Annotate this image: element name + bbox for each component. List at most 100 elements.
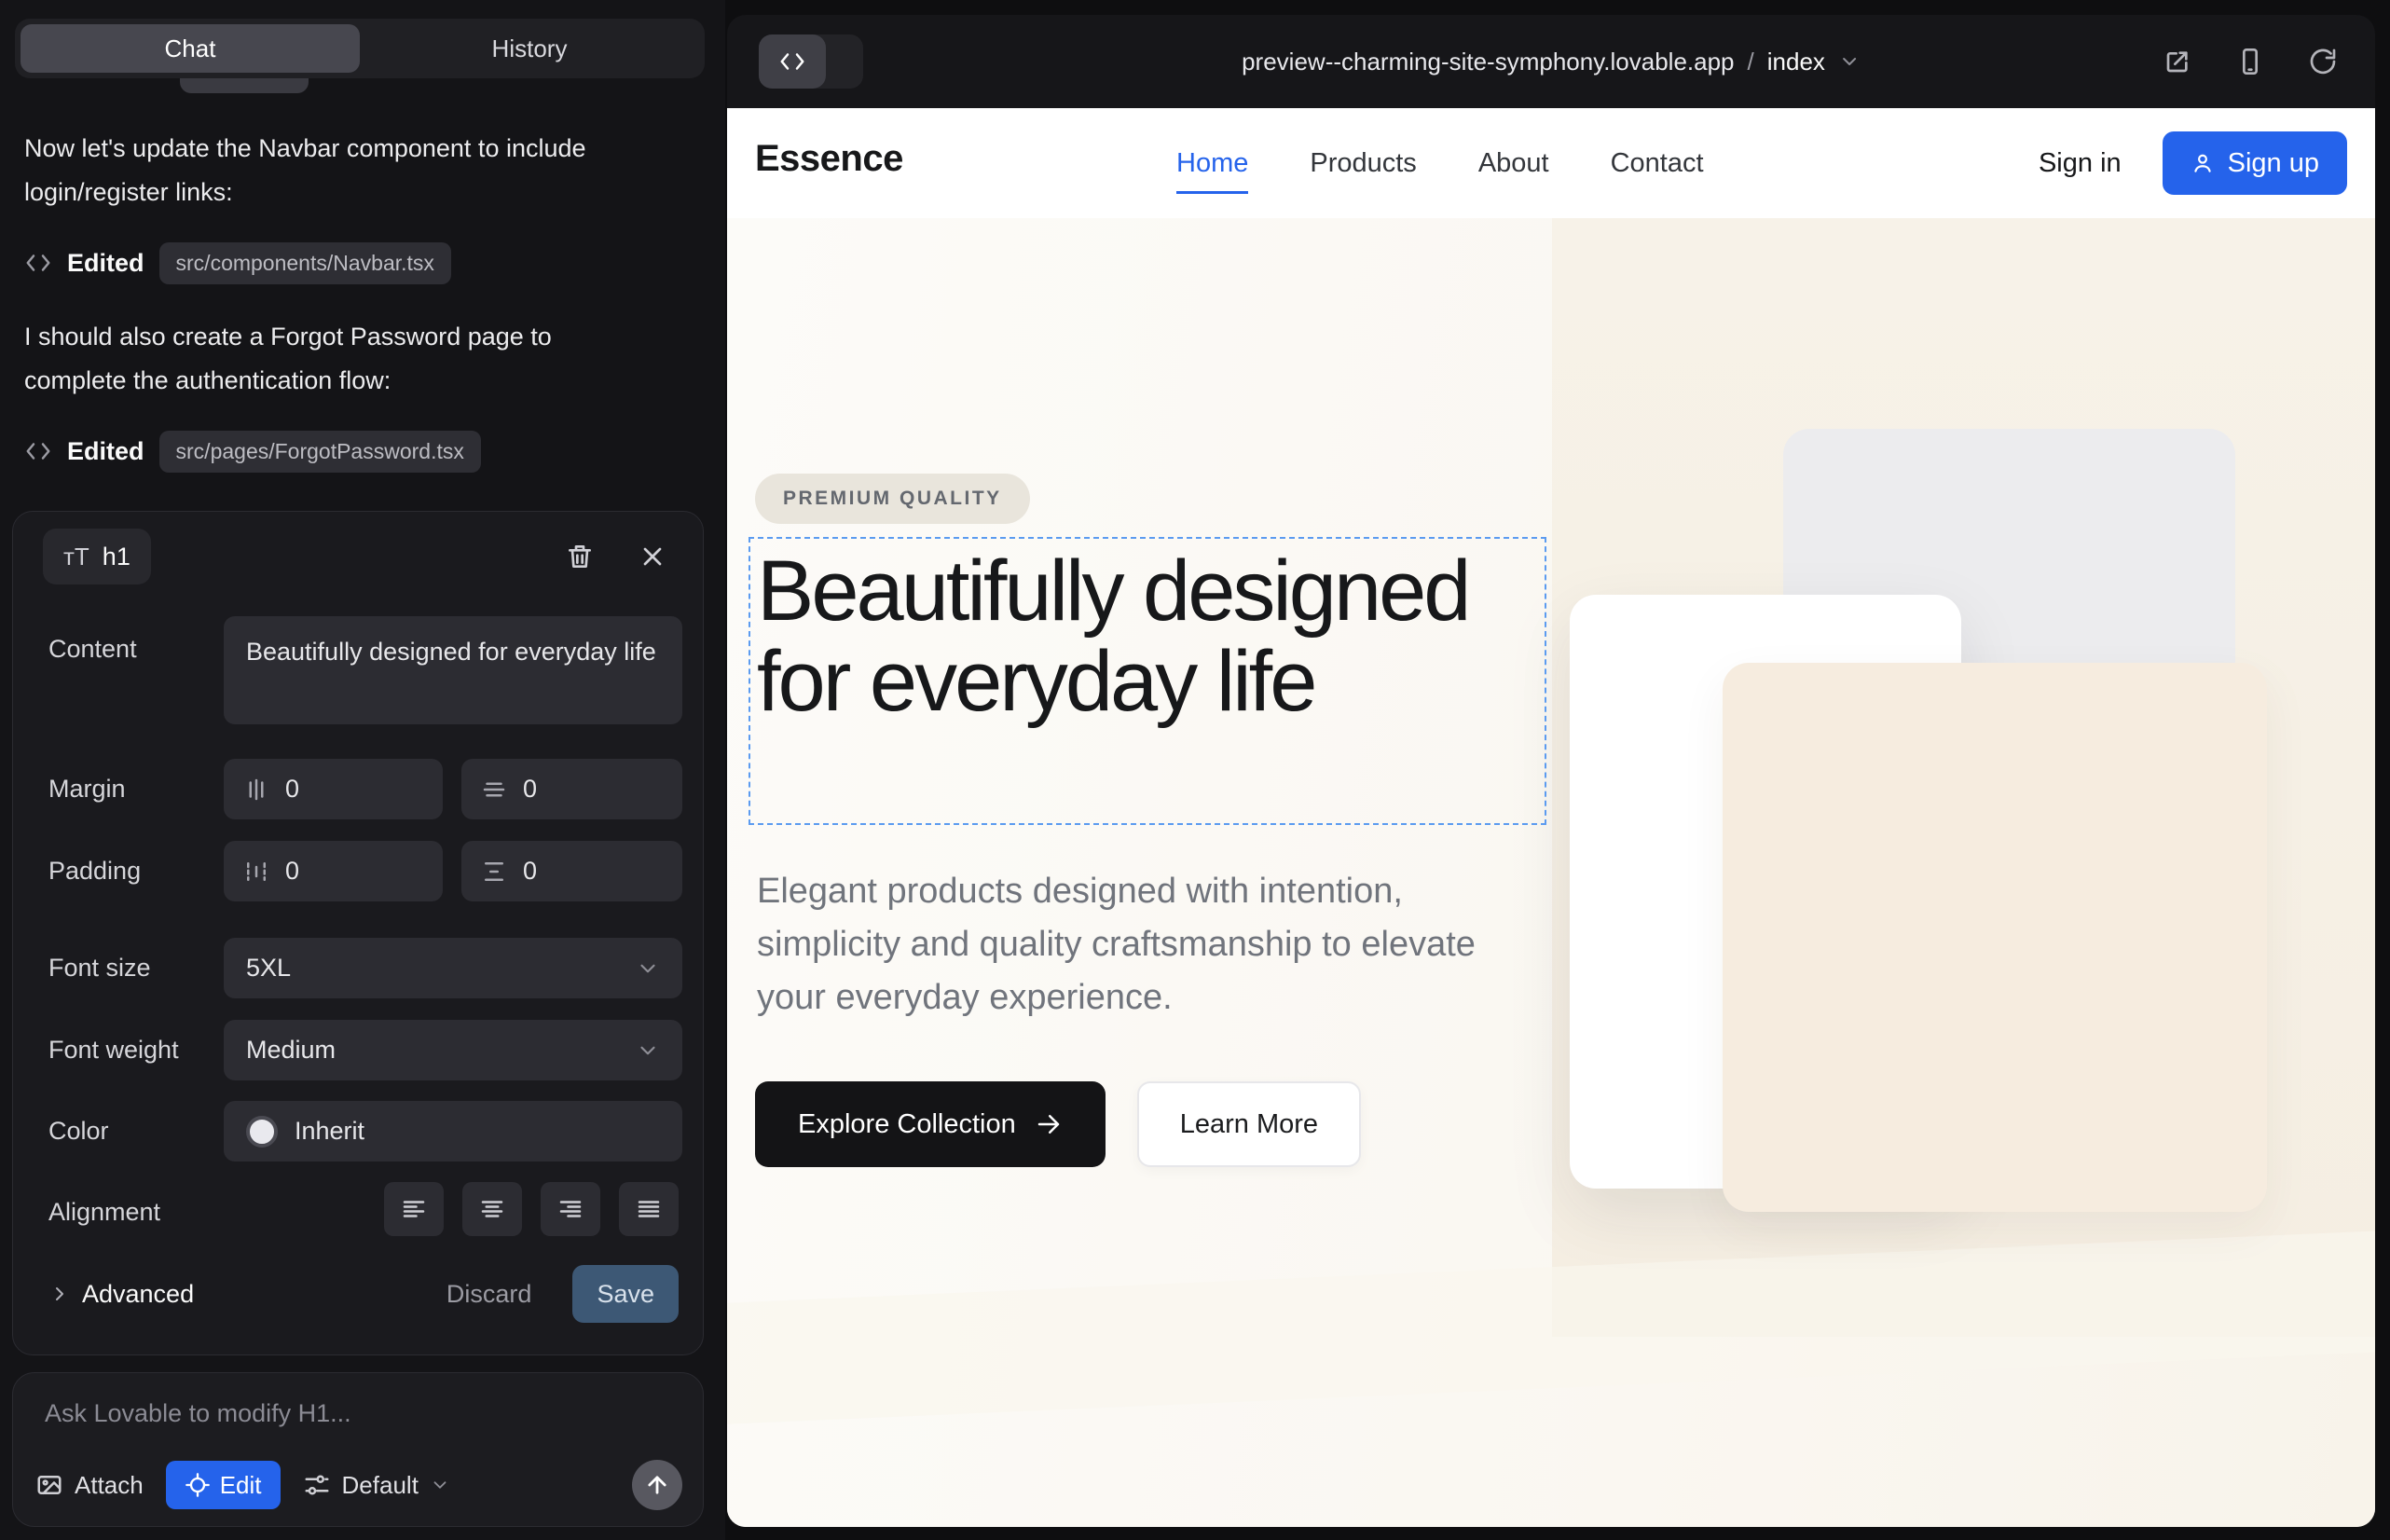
nav-link-products[interactable]: Products <box>1310 148 1416 179</box>
site-navbar: Essence Home Products About Contact Sign… <box>727 108 2375 218</box>
model-select[interactable]: Default <box>303 1471 450 1500</box>
delete-element-button[interactable] <box>559 536 600 577</box>
chat-input[interactable] <box>45 1399 660 1428</box>
text-type-icon: тT <box>63 543 89 571</box>
advanced-toggle[interactable]: Advanced <box>48 1280 194 1309</box>
nav-link-contact[interactable]: Contact <box>1611 148 1704 179</box>
composer-toolbar: Attach Edit Default <box>35 1459 682 1511</box>
decor-diagonal-band <box>727 1228 2375 1426</box>
edited-label: Edited <box>67 249 144 278</box>
padding-x-value: 0 <box>285 857 299 886</box>
hero-description: Elegant products designed with intention… <box>757 865 1512 1024</box>
font-size-select[interactable]: 5XL <box>224 938 682 998</box>
margin-label: Margin <box>48 775 126 804</box>
chevron-down-icon <box>636 1038 660 1063</box>
align-justify-button[interactable] <box>619 1182 679 1236</box>
nav-link-about[interactable]: About <box>1478 148 1549 179</box>
margin-x-value: 0 <box>285 775 299 804</box>
padding-y-input[interactable]: 0 <box>461 841 682 901</box>
attach-label: Attach <box>75 1471 144 1500</box>
advanced-label: Advanced <box>82 1280 194 1309</box>
discard-button[interactable]: Discard <box>446 1280 532 1309</box>
explore-collection-button[interactable]: Explore Collection <box>755 1081 1106 1167</box>
element-tag-badge: тT h1 <box>43 529 151 584</box>
margin-x-input[interactable]: 0 <box>224 759 443 819</box>
file-badge[interactable]: src/components/Navbar.tsx <box>159 242 451 284</box>
clipped-badge <box>180 78 309 93</box>
chat-message: Now let's update the Navbar component to… <box>24 127 628 214</box>
device-preview-button[interactable] <box>2230 41 2271 82</box>
font-weight-select[interactable]: Medium <box>224 1020 682 1080</box>
font-weight-label: Font weight <box>48 1036 179 1065</box>
edited-file-row: Edited src/pages/ForgotPassword.tsx <box>24 429 481 474</box>
chevron-down-icon <box>430 1475 450 1495</box>
save-button[interactable]: Save <box>572 1265 679 1323</box>
align-center-button[interactable] <box>462 1182 522 1236</box>
chat-sidebar: Chat History Now let's update the Navbar… <box>0 0 725 1540</box>
chevron-down-icon <box>636 956 660 981</box>
hero-heading[interactable]: Beautifully designed for everyday life <box>757 546 1540 727</box>
page-select[interactable]: index <box>1767 48 1825 76</box>
file-badge[interactable]: src/pages/ForgotPassword.tsx <box>159 431 481 473</box>
learn-more-button[interactable]: Learn More <box>1137 1081 1361 1167</box>
padding-vertical-icon <box>480 858 508 886</box>
editor-footer: Advanced Discard Save <box>13 1261 703 1327</box>
element-tag-name: h1 <box>103 543 130 571</box>
padding-x-input[interactable]: 0 <box>224 841 443 901</box>
browser-toolbar: preview--charming-site-symphony.lovable.… <box>727 15 2375 108</box>
edit-mode-button[interactable]: Edit <box>166 1461 281 1509</box>
chevron-down-icon <box>1838 50 1861 73</box>
crosshair-icon <box>185 1472 211 1498</box>
color-select[interactable]: Inherit <box>224 1101 682 1162</box>
padding-label: Padding <box>48 857 141 886</box>
edited-label: Edited <box>67 437 144 466</box>
chat-composer: Attach Edit Default <box>12 1372 704 1527</box>
browser-actions <box>2157 41 2343 82</box>
alignment-buttons <box>384 1182 679 1236</box>
tab-history[interactable]: History <box>360 24 699 73</box>
color-label: Color <box>48 1117 109 1146</box>
sign-up-label: Sign up <box>2228 148 2319 179</box>
align-left-button[interactable] <box>384 1182 444 1236</box>
site-logo[interactable]: Essence <box>755 138 903 180</box>
sign-up-button[interactable]: Sign up <box>2163 131 2347 195</box>
sign-in-link[interactable]: Sign in <box>2039 148 2122 179</box>
align-right-button[interactable] <box>541 1182 600 1236</box>
editor-header: тT h1 <box>13 512 703 601</box>
image-icon <box>35 1471 63 1499</box>
alignment-label: Alignment <box>48 1198 160 1227</box>
code-icon <box>24 437 52 465</box>
close-editor-button[interactable] <box>632 536 673 577</box>
chevron-right-icon <box>48 1283 71 1305</box>
url-display[interactable]: preview--charming-site-symphony.lovable.… <box>1242 48 1861 76</box>
nav-link-home[interactable]: Home <box>1176 148 1248 179</box>
margin-horizontal-icon <box>242 776 270 804</box>
margin-y-input[interactable]: 0 <box>461 759 682 819</box>
code-view-toggle[interactable] <box>759 34 863 89</box>
content-input[interactable]: Beautifully designed for everyday life <box>224 616 682 724</box>
app-root: Chat History Now let's update the Navbar… <box>0 0 2390 1540</box>
font-size-label: Font size <box>48 954 151 983</box>
open-in-new-tab-button[interactable] <box>2157 41 2198 82</box>
refresh-button[interactable] <box>2302 41 2343 82</box>
edit-label: Edit <box>220 1471 262 1500</box>
arrow-right-icon <box>1035 1110 1063 1138</box>
hero-cta-row: Explore Collection Learn More <box>755 1081 1361 1167</box>
attach-button[interactable]: Attach <box>35 1471 144 1500</box>
edited-file-row: Edited src/components/Navbar.tsx <box>24 241 451 285</box>
hero-section: PREMIUM QUALITY Beautifully designed for… <box>727 218 2375 1527</box>
model-label: Default <box>342 1471 419 1500</box>
font-size-value: 5XL <box>246 954 291 983</box>
site-preview: Essence Home Products About Contact Sign… <box>727 108 2375 1527</box>
padding-horizontal-icon <box>242 858 270 886</box>
font-weight-value: Medium <box>246 1036 336 1065</box>
site-nav-actions: Sign in Sign up <box>2039 108 2347 218</box>
send-button[interactable] <box>632 1460 682 1510</box>
site-nav-links: Home Products About Contact <box>1176 108 1704 218</box>
code-icon <box>759 34 826 89</box>
margin-y-value: 0 <box>523 775 537 804</box>
sidebar-tabs: Chat History <box>15 19 705 78</box>
code-icon <box>24 249 52 277</box>
tab-chat[interactable]: Chat <box>21 24 360 73</box>
padding-y-value: 0 <box>523 857 537 886</box>
